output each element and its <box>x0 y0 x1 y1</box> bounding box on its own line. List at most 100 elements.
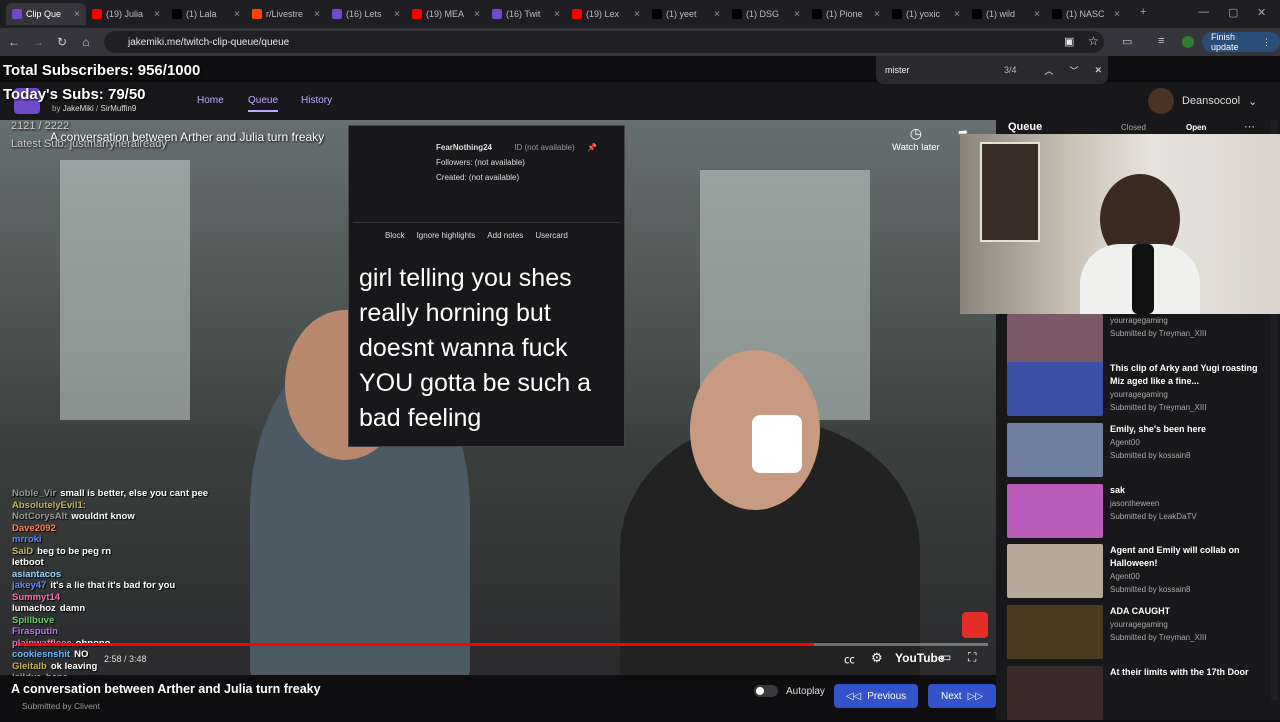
tab-close-icon[interactable]: × <box>794 9 800 20</box>
user-menu[interactable]: Deansocool ⌄ <box>1148 88 1257 114</box>
nav-home[interactable]: Home <box>197 95 224 106</box>
browser-tab[interactable]: (1) DSG × <box>726 3 806 25</box>
nav-queue[interactable]: Queue <box>248 95 279 112</box>
queue-thumbnail[interactable] <box>1007 605 1103 659</box>
home-icon[interactable]: ⌂ <box>74 35 98 49</box>
finish-update-button[interactable]: Finish update ⋮ <box>1202 32 1280 52</box>
back-icon[interactable]: ← <box>2 35 26 49</box>
forward-icon[interactable]: → <box>26 35 50 49</box>
find-close-icon[interactable]: ✕ <box>1095 65 1103 76</box>
queue-thumbnail[interactable] <box>1007 666 1103 720</box>
autoplay-toggle[interactable]: Autoplay <box>754 685 825 697</box>
tab-close-icon[interactable]: × <box>74 9 80 20</box>
reading-list-icon[interactable]: ≡ <box>1158 35 1164 47</box>
browser-tab[interactable]: (1) NASC × <box>1046 3 1126 25</box>
chat-username[interactable]: asiantacos <box>12 569 61 580</box>
tab-close-icon[interactable]: × <box>634 9 640 20</box>
queue-item[interactable]: Emily, she's been here Agent00 Submitted b… <box>1007 423 1267 479</box>
block-checkbox[interactable]: Block <box>385 231 405 240</box>
chat-username[interactable]: Dave2092 <box>12 523 56 534</box>
usercard-link[interactable]: Usercard <box>535 231 567 240</box>
previous-button[interactable]: ◁◁ Previous <box>834 684 918 708</box>
browser-tab[interactable]: (19) Lex × <box>566 3 646 25</box>
chat-username[interactable]: jakey47 <box>12 580 46 591</box>
queue-open-tab[interactable]: Open <box>1186 123 1206 132</box>
credit-jakemiki[interactable]: JakeMiki <box>63 104 94 113</box>
browser-tab[interactable]: (19) Julia × <box>86 3 166 25</box>
autoplay-switch[interactable] <box>754 685 778 697</box>
browser-tab[interactable]: (16) Lets × <box>326 3 406 25</box>
add-notes-link[interactable]: Add notes <box>487 231 523 240</box>
tab-close-icon[interactable]: × <box>234 9 240 20</box>
nav-history[interactable]: History <box>301 95 332 106</box>
pin-icon[interactable]: 📌 <box>587 143 597 152</box>
chat-username[interactable]: NotCorysAlt <box>12 511 67 522</box>
chat-username[interactable]: lumachoz <box>12 603 56 614</box>
tab-close-icon[interactable]: × <box>874 9 880 20</box>
tab-close-icon[interactable]: × <box>1114 9 1120 20</box>
tab-close-icon[interactable]: × <box>154 9 160 20</box>
bookmark-star-icon[interactable]: ☆ <box>1088 34 1099 48</box>
chat-username[interactable]: Spillbuve <box>12 615 54 626</box>
tab-close-icon[interactable]: × <box>554 9 560 20</box>
chat-username[interactable]: Noble_Vir <box>12 488 56 499</box>
tab-close-icon[interactable]: × <box>714 9 720 20</box>
tab-close-icon[interactable]: × <box>954 9 960 20</box>
profile-avatar[interactable] <box>1182 36 1194 48</box>
browser-tab[interactable]: (1) Pione × <box>806 3 886 25</box>
watch-later-button[interactable]: ◷ Watch later <box>892 125 940 153</box>
find-input[interactable]: mister <box>885 65 1000 75</box>
chat-username[interactable]: AbsolutelyEvil1: <box>12 500 86 511</box>
tab-label: (1) DSG <box>746 9 780 19</box>
queue-item[interactable]: This clip of Arky and Yugi roasting Miz … <box>1007 362 1267 418</box>
chat-message: asiantacos <box>12 569 342 581</box>
chat-username[interactable]: mrroki <box>12 534 42 545</box>
browser-tab[interactable]: (1) yeet × <box>646 3 726 25</box>
queue-item[interactable]: Agent and Emily will collab on Halloween… <box>1007 544 1267 600</box>
next-button[interactable]: Next ▷▷ <box>928 684 996 708</box>
browser-tab[interactable]: (1) yoxic × <box>886 3 966 25</box>
fullscreen-icon[interactable]: ⛶ <box>968 650 976 665</box>
find-next-icon[interactable]: ﹀ <box>1070 64 1079 77</box>
cast-icon[interactable]: ▭ <box>1122 35 1132 48</box>
subscribe-icon[interactable] <box>962 612 988 638</box>
queue-thumbnail[interactable] <box>1007 314 1103 368</box>
chat-username[interactable]: letboot <box>12 557 44 568</box>
queue-closed-tab[interactable]: Closed <box>1121 123 1146 132</box>
chat-username[interactable]: SaiD <box>12 546 33 557</box>
queue-item[interactable]: At their limits with the 17th Door <box>1007 666 1267 722</box>
captions-icon[interactable]: ㏄ <box>844 651 855 667</box>
cast-icon[interactable]: ▭ <box>940 650 951 664</box>
url-field[interactable]: jakemiki.me/twitch-clip-queue/queue ▣ ☆ <box>104 31 1104 53</box>
queue-thumbnail[interactable] <box>1007 484 1103 538</box>
reload-icon[interactable]: ↻ <box>50 35 74 49</box>
ignore-highlights-checkbox[interactable]: Ignore highlights <box>417 231 476 240</box>
maximize-button[interactable]: ▢ <box>1228 6 1238 19</box>
browser-tab[interactable]: Clip Que × <box>6 3 86 25</box>
browser-tab[interactable]: (1) wild × <box>966 3 1046 25</box>
tab-close-icon[interactable]: × <box>314 9 320 20</box>
youtube-logo[interactable]: YouTube <box>895 651 945 665</box>
settings-gear-icon[interactable]: ⚙ <box>871 650 883 666</box>
close-window-button[interactable]: ✕ <box>1257 6 1266 19</box>
queue-thumbnail[interactable] <box>1007 362 1103 416</box>
browser-tab[interactable]: (16) Twit × <box>486 3 566 25</box>
tab-close-icon[interactable]: × <box>474 9 480 20</box>
popup-username[interactable]: FearNothing24 <box>436 143 492 152</box>
browser-tab[interactable]: r/Livestre × <box>246 3 326 25</box>
more-options-icon[interactable]: ⋯ <box>1244 120 1255 133</box>
minimize-button[interactable]: — <box>1198 6 1209 18</box>
queue-item[interactable]: sak jasontheween Submitted by LeakDaTV <box>1007 484 1267 540</box>
tab-close-icon[interactable]: × <box>1034 9 1040 20</box>
new-tab-button[interactable]: + <box>1140 6 1146 18</box>
page-icon[interactable]: ▣ <box>1064 35 1074 48</box>
queue-item[interactable]: ADA CAUGHT yourragegaming Submitted by Tre… <box>1007 605 1267 661</box>
browser-tab[interactable]: (19) MEA × <box>406 3 486 25</box>
browser-tab[interactable]: (1) Lala × <box>166 3 246 25</box>
queue-thumbnail[interactable] <box>1007 544 1103 598</box>
tab-close-icon[interactable]: × <box>394 9 400 20</box>
find-prev-icon[interactable]: ︿ <box>1045 64 1054 77</box>
queue-thumbnail[interactable] <box>1007 423 1103 477</box>
credit-sirmuffin[interactable]: SirMuffin9 <box>100 104 136 113</box>
chat-username[interactable]: Summyt14 <box>12 592 60 603</box>
